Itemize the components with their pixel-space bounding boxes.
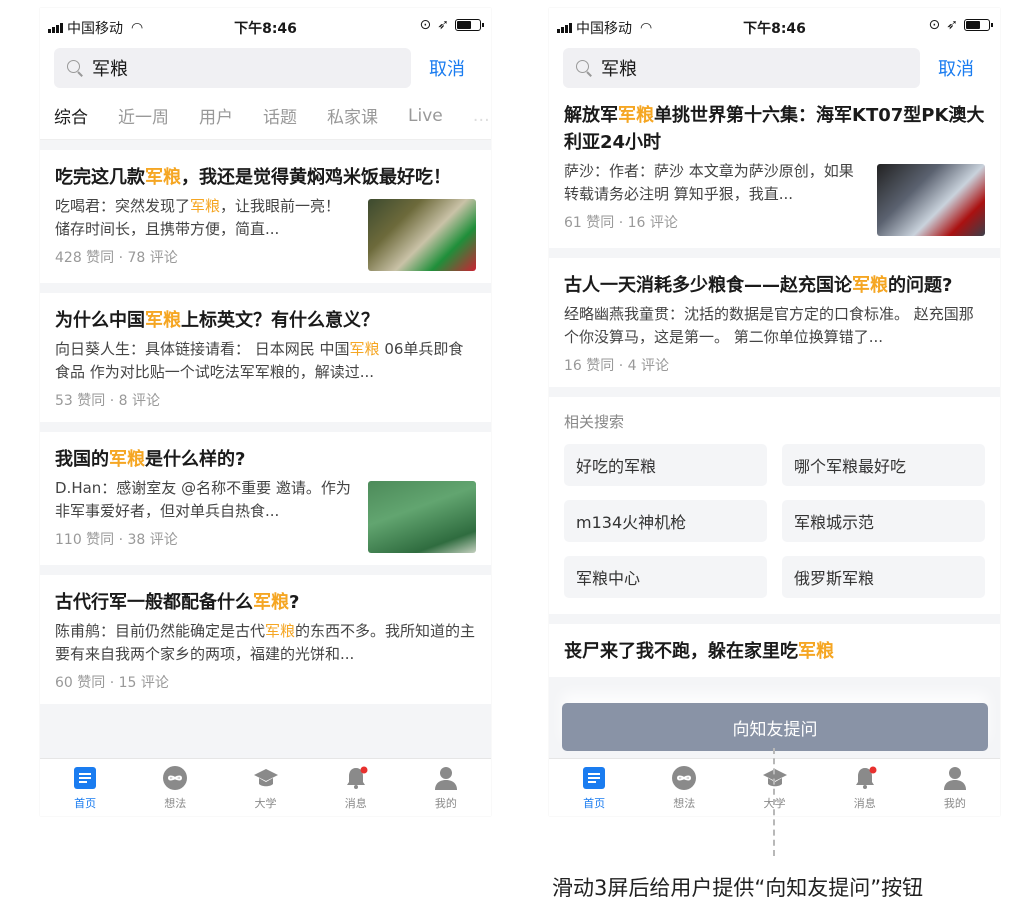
lock-rotation-icon: ⊙ <box>419 17 432 33</box>
result-excerpt: 陈甫鸼：目前仍然能确定是古代军粮的东西不多。我所知道的主要有来自我两个家乡的两项… <box>55 622 476 663</box>
graduation-cap-icon <box>253 768 278 786</box>
result-card[interactable]: 古人一天消耗多少粮食——赵充国论军粮的问题? 经略幽燕我童贯：沈括的数据是官方定… <box>549 258 1000 387</box>
filter-tabs: 综合 近一周 用户 话题 私家课 Live … <box>40 92 491 140</box>
tabbar-item-me[interactable]: 我的 <box>401 759 491 816</box>
search-input[interactable] <box>601 57 881 79</box>
related-search-chip[interactable]: m134火神机枪 <box>564 500 767 542</box>
tab-week[interactable]: 近一周 <box>118 103 169 128</box>
callout-dashed-line <box>773 748 775 856</box>
search-row: 取消 <box>40 44 491 92</box>
tab-users[interactable]: 用户 <box>199 103 233 128</box>
related-searches-title: 相关搜索 <box>564 413 625 431</box>
person-icon <box>434 766 457 790</box>
location-icon: ➶ <box>437 17 449 33</box>
result-title: 古人一天消耗多少粮食——赵充国论军粮的问题? <box>564 275 953 296</box>
result-meta: 53 赞同 · 8 评论 <box>55 393 160 409</box>
tabbar-item-messages[interactable]: 消息 <box>820 759 910 816</box>
result-meta: 16 赞同 · 4 评论 <box>564 358 669 374</box>
result-excerpt: 萨沙：作者：萨沙 本文章为萨沙原创，如果转载请务必注明 算知乎狠，我直... <box>564 162 854 203</box>
related-searches: 相关搜索 好吃的军粮 哪个军粮最好吃 m134火神机枪 军粮城示范 军粮中心 俄… <box>549 397 1000 614</box>
related-search-chip[interactable]: 哪个军粮最好吃 <box>782 444 985 486</box>
result-thumbnail <box>877 164 985 236</box>
tab-all[interactable]: 综合 <box>54 103 88 128</box>
result-meta: 110 赞同 · 38 评论 <box>55 532 178 548</box>
related-search-chip[interactable]: 好吃的军粮 <box>564 444 767 486</box>
related-search-chip[interactable]: 俄罗斯军粮 <box>782 556 985 598</box>
search-box[interactable] <box>54 48 411 88</box>
battery-icon <box>964 19 993 31</box>
tab-topics[interactable]: 话题 <box>263 103 297 128</box>
search-row: 取消 <box>549 44 1000 92</box>
result-excerpt: 向日葵人生：具体链接请看： 日本网民 中国军粮 06单兵即食食品 作为对比贴一个… <box>55 340 464 381</box>
location-icon: ➶ <box>946 17 958 33</box>
ask-friends-button[interactable]: 向知友提问 <box>562 703 988 751</box>
home-icon <box>583 766 606 789</box>
tab-more[interactable]: … <box>473 106 490 126</box>
search-icon <box>66 59 84 77</box>
result-title: 解放军军粮单挑世界第十六集：海军KT07型PK澳大利亚24小时 <box>564 105 985 153</box>
result-card[interactable]: 古代行军一般都配备什么军粮? 陈甫鸼：目前仍然能确定是古代军粮的东西不多。我所知… <box>40 575 491 704</box>
result-title: 古代行军一般都配备什么军粮? <box>55 592 300 613</box>
tab-courses[interactable]: 私家课 <box>327 103 378 128</box>
home-icon <box>74 766 97 789</box>
result-title: 我国的军粮是什么样的? <box>55 449 246 470</box>
result-card[interactable]: 解放军军粮单挑世界第十六集：海军KT07型PK澳大利亚24小时 萨沙：作者：萨沙… <box>549 92 1000 248</box>
related-search-chip[interactable]: 军粮中心 <box>564 556 767 598</box>
lock-rotation-icon: ⊙ <box>928 17 941 33</box>
result-title: 丧尸来了我不跑，躲在家里吃军粮 <box>564 641 834 662</box>
result-meta: 428 赞同 · 78 评论 <box>55 250 178 266</box>
result-excerpt: 经略幽燕我童贯：沈括的数据是官方定的口食标准。 赵充国那个你没算马，这是第一。 … <box>564 305 974 346</box>
bottom-tab-bar: 首页 想法 大学 消息 我的 <box>40 758 491 816</box>
phone-screen-left: 中国移动 ◠ 下午8:46 ⊙ ➶ 取消 综合 近一周 用户 话题 私家课 Li… <box>40 8 491 816</box>
result-thumbnail <box>368 481 476 553</box>
tabbar-item-me[interactable]: 我的 <box>910 759 1000 816</box>
result-excerpt: D.Han：感谢室友 @名称不重要 邀请。作为非军事爱好者，但对单兵自热食... <box>55 479 351 520</box>
related-search-chip[interactable]: 军粮城示范 <box>782 500 985 542</box>
infinity-icon <box>163 765 188 790</box>
person-icon <box>943 766 966 790</box>
result-card[interactable]: 丧尸来了我不跑，躲在家里吃军粮 <box>549 624 1000 677</box>
tabbar-item-university[interactable]: 大学 <box>220 759 310 816</box>
tabbar-item-home[interactable]: 首页 <box>40 759 130 816</box>
result-card[interactable]: 我国的军粮是什么样的? D.Han：感谢室友 @名称不重要 邀请。作为非军事爱好… <box>40 432 491 565</box>
cancel-button[interactable]: 取消 <box>938 55 974 81</box>
battery-icon <box>455 19 484 31</box>
search-box[interactable] <box>563 48 920 88</box>
search-input[interactable] <box>92 57 372 79</box>
bell-icon <box>855 766 877 789</box>
status-bar: 中国移动 ◠ 下午8:46 ⊙ ➶ <box>40 8 491 44</box>
tabbar-item-ideas[interactable]: 想法 <box>639 759 729 816</box>
tabbar-item-home[interactable]: 首页 <box>549 759 639 816</box>
result-meta: 61 赞同 · 16 评论 <box>564 215 678 231</box>
search-icon <box>575 59 593 77</box>
result-excerpt: 吃喝君：突然发现了军粮，让我眼前一亮！储存时间长，且携带方便，简直... <box>55 197 341 238</box>
status-bar: 中国移动 ◠ 下午8:46 ⊙ ➶ <box>549 8 1000 44</box>
bell-icon <box>346 766 368 789</box>
cancel-button[interactable]: 取消 <box>429 55 465 81</box>
result-thumbnail <box>368 199 476 271</box>
tabbar-item-messages[interactable]: 消息 <box>311 759 401 816</box>
result-card[interactable]: 吃完这几款军粮，我还是觉得黄焖鸡米饭最好吃！ 吃喝君：突然发现了军粮，让我眼前一… <box>40 150 491 283</box>
phone-screen-right: 中国移动 ◠ 下午8:46 ⊙ ➶ 取消 解放军军粮单挑世界第十六集：海军KT0… <box>549 8 1000 816</box>
infinity-icon <box>672 765 697 790</box>
annotation-caption: 滑动3屏后给用户提供“向知友提问”按钮 <box>552 876 924 900</box>
result-card[interactable]: 为什么中国军粮上标英文？有什么意义？ 向日葵人生：具体链接请看： 日本网民 中国… <box>40 293 491 422</box>
result-meta: 60 赞同 · 15 评论 <box>55 675 169 691</box>
result-title: 为什么中国军粮上标英文？有什么意义？ <box>55 310 379 331</box>
result-title: 吃完这几款军粮，我还是觉得黄焖鸡米饭最好吃！ <box>55 167 451 188</box>
tab-live[interactable]: Live <box>408 106 443 126</box>
tabbar-item-ideas[interactable]: 想法 <box>130 759 220 816</box>
